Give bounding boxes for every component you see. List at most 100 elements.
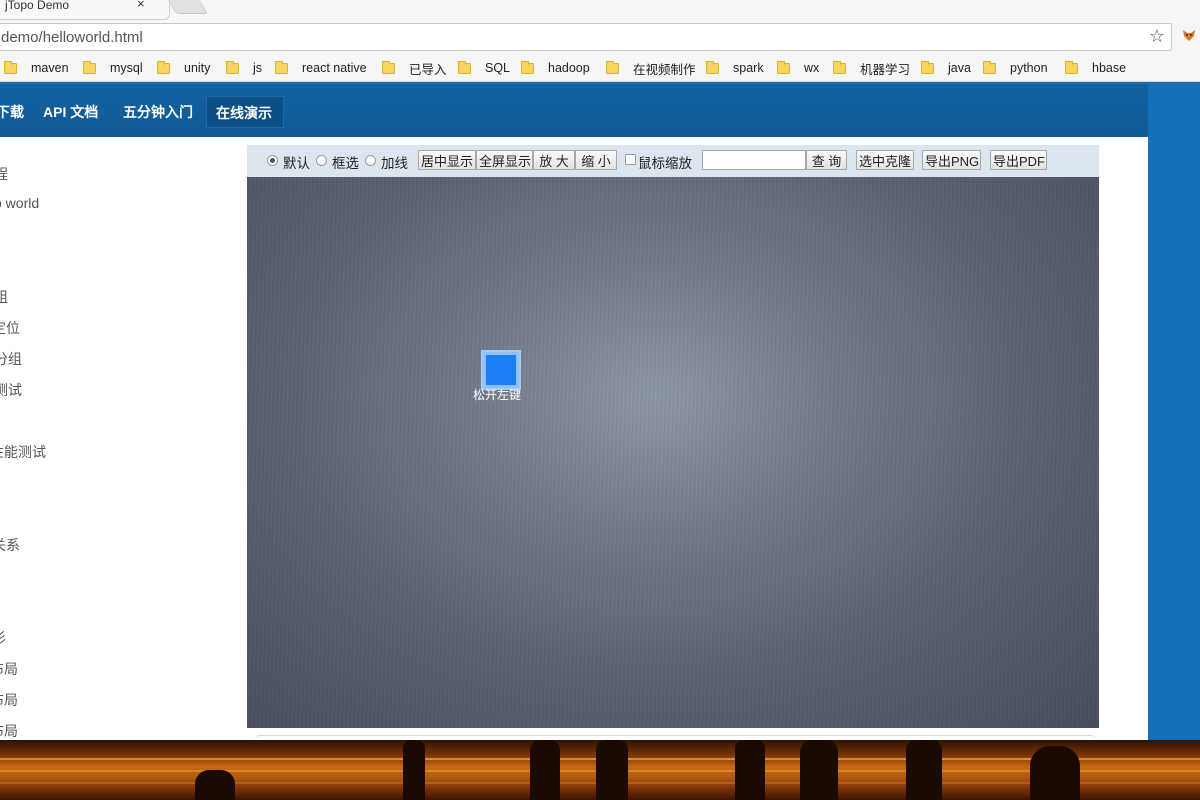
bookmark-item[interactable]: unity [157,60,210,76]
sidebar-item[interactable]: 定位 [0,318,20,338]
bookmark-label: python [1010,61,1048,75]
top-navigation: 下载 API 文档 五分钟入门 在线演示 [0,84,1148,137]
bookmark-item[interactable]: python [983,60,1048,76]
omnibox[interactable]: demo/helloworld.html ☆ [0,23,1172,51]
mode-link-radio[interactable] [365,155,376,166]
wallpaper-silhouette [195,770,235,800]
center-display-button[interactable]: 居中显示 [418,150,476,170]
bookmark-star-icon[interactable]: ☆ [1149,26,1165,47]
folder-icon [833,60,846,74]
folder-icon [706,60,719,74]
folder-icon [983,60,996,74]
bookmark-item[interactable]: wx [777,60,819,76]
export-pdf-button[interactable]: 导出PDF [990,150,1047,170]
folder-icon [4,60,17,74]
search-input[interactable] [702,150,806,170]
node-fill [486,355,516,385]
folder-icon [521,60,534,74]
folder-icon [458,60,471,74]
nav-api-docs[interactable]: API 文档 [43,102,98,122]
wallpaper-silhouette [403,740,425,800]
folder-icon [777,60,790,74]
tab-title: jTopo Demo [5,0,70,12]
sidebar-item[interactable]: 关系 [0,535,20,555]
clone-selected-button[interactable]: 选中克隆 [856,150,914,170]
bookmarks-bar: maven mysql unity js react native 已导入 SQL hadoo… [0,54,1200,82]
mode-select-label: 框选 [332,156,359,171]
sidebar-item[interactable]: 衫 [0,628,6,648]
address-bar-row: demo/helloworld.html ☆ [0,20,1200,54]
sidebar-item[interactable]: 布局 [0,721,18,741]
mouse-zoom-label: 鼠标缩放 [638,156,692,171]
bookmark-label: unity [184,61,211,75]
bookmark-label: mysql [110,61,143,75]
zoom-out-button[interactable]: 缩 小 [575,150,617,170]
wallpaper-silhouette [530,740,560,800]
folder-icon [921,60,934,74]
browser-tab[interactable]: jTopo Demo × [0,0,170,20]
desktop-wallpaper [0,740,1200,800]
node-label: 松开左键 [473,388,522,402]
bookmark-label: 在视频制作 [633,62,696,77]
bookmark-item[interactable]: maven [4,60,69,76]
bookmark-item[interactable]: js [226,60,262,76]
bookmark-label: 已导入 [409,62,447,77]
mode-select-radio[interactable] [316,155,327,166]
folder-icon [1065,60,1078,74]
demo-toolbar: 默认 框选 加线 居中显示 全屏显示 放 大 缩 小 鼠标缩放 查 询 选中克隆… [247,145,1099,177]
nav-online-demo[interactable]: 在线演示 [206,96,284,128]
folder-icon [83,60,96,74]
bookmark-label: maven [31,61,69,75]
bookmark-label: wx [804,61,820,75]
nav-quickstart[interactable]: 五分钟入门 [123,102,193,122]
topology-canvas[interactable]: 松开左键 [247,177,1099,728]
nav-download[interactable]: 下载 [0,102,24,122]
bookmark-label: hbase [1092,61,1127,75]
content-area: 程o world组定位分组测试性能测试~关系l衫布局布局布局 默认 框选 加线 … [0,137,1148,800]
wallpaper-silhouette [906,740,942,800]
folder-icon [157,60,170,74]
mode-link-label: 加线 [381,156,408,171]
search-button[interactable]: 查 询 [806,150,847,170]
sidebar-item[interactable]: 程 [0,164,8,184]
bookmark-label: java [948,61,971,75]
bookmark-item[interactable]: java [921,60,971,76]
new-tab-button[interactable] [167,0,209,14]
folder-icon [226,60,239,74]
bookmark-item[interactable]: 机器学习 [833,60,911,77]
sidebar-item[interactable]: 布局 [0,690,18,710]
sidebar-item[interactable]: 测试 [0,380,22,400]
wallpaper-silhouette [1030,746,1080,800]
fullscreen-display-button[interactable]: 全屏显示 [476,150,533,170]
bookmark-item[interactable]: spark [706,60,764,76]
sidebar-item[interactable]: 性能测试 [0,442,46,462]
bookmark-label: react native [302,61,367,75]
sidebar-item[interactable]: 布局 [0,659,18,679]
close-tab-icon[interactable]: × [137,0,145,11]
browser-tabstrip: jTopo Demo × [0,0,1200,20]
sidebar-item[interactable]: 分组 [0,349,22,369]
sidebar-item[interactable]: 组 [0,287,8,307]
folder-icon [275,60,288,74]
bookmark-item[interactable]: hbase [1065,60,1126,76]
url-text[interactable]: demo/helloworld.html [1,29,143,46]
mode-default-radio[interactable] [267,155,278,166]
zoom-in-button[interactable]: 放 大 [533,150,575,170]
wallpaper-silhouette [596,740,628,800]
extension-fox-icon[interactable] [1182,28,1196,42]
bookmark-item[interactable]: react native [275,60,367,76]
export-png-button[interactable]: 导出PNG [922,150,981,170]
bookmark-item[interactable]: SQL [458,60,510,76]
topology-node[interactable] [481,350,521,390]
bookmark-label: 机器学习 [860,62,911,77]
bookmark-label: spark [733,61,764,75]
bookmark-item[interactable]: mysql [83,60,143,76]
bookmark-item[interactable]: hadoop [521,60,590,76]
mouse-zoom-checkbox[interactable] [625,154,636,165]
sidebar-item[interactable]: o world [0,195,39,211]
page: 下载 API 文档 五分钟入门 在线演示 程 o world 组定位分组测试性能测试… [0,82,1200,800]
nav-online-demo-label: 在线演示 [216,105,272,121]
folder-icon [382,60,395,74]
bookmark-item[interactable]: 已导入 [382,60,447,77]
bookmark-item[interactable]: 在视频制作 [606,60,696,77]
